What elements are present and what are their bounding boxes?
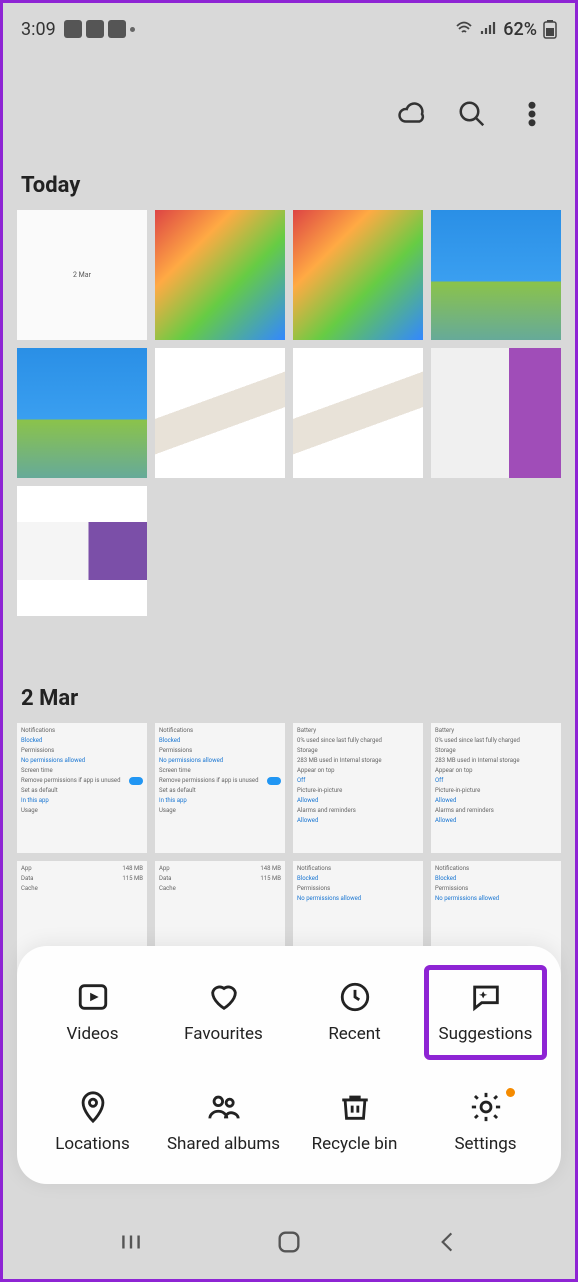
menu-suggestions[interactable]: Suggestions <box>424 965 547 1059</box>
recents-button[interactable] <box>118 1229 144 1259</box>
status-time: 3:09 <box>21 19 56 40</box>
menu-locations[interactable]: Locations <box>27 1090 158 1154</box>
today-grid: 2 Mar <box>3 210 575 646</box>
home-button[interactable] <box>275 1228 303 1260</box>
gallery-toolbar <box>3 49 575 173</box>
screenshot-thumb[interactable]: Battery 0% used since last fully charged… <box>293 723 423 853</box>
more-icon[interactable] <box>517 99 547 133</box>
bag-icon <box>86 20 104 38</box>
photo-thumb[interactable] <box>17 348 147 478</box>
screenshot-thumb[interactable]: Notifications Blocked Permissions No per… <box>155 723 285 853</box>
photo-thumb[interactable] <box>293 210 423 340</box>
section-header-today: Today <box>3 173 575 210</box>
menu-label: Recycle bin <box>312 1134 398 1154</box>
photo-thumb[interactable] <box>17 486 147 616</box>
cloud-icon[interactable] <box>397 99 427 133</box>
menu-label: Suggestions <box>439 1024 533 1044</box>
signal-icon <box>479 20 497 38</box>
image-icon <box>64 20 82 38</box>
battery-pct: 62% <box>503 19 537 40</box>
status-bar: 3:09 62% <box>3 3 575 49</box>
heart-icon <box>207 980 241 1014</box>
search-icon[interactable] <box>457 99 487 133</box>
pin-icon <box>76 1090 110 1124</box>
people-icon <box>207 1090 241 1124</box>
notification-dot-icon <box>506 1088 515 1097</box>
menu-label: Videos <box>66 1024 118 1044</box>
photo-thumb[interactable] <box>431 348 561 478</box>
back-button[interactable] <box>434 1229 460 1259</box>
more-notif-icon <box>130 27 135 32</box>
trash-icon <box>338 1090 372 1124</box>
menu-settings[interactable]: Settings <box>420 1090 551 1154</box>
wifi-icon <box>455 20 473 38</box>
photo-thumb[interactable] <box>431 210 561 340</box>
menu-recycle-bin[interactable]: Recycle bin <box>289 1090 420 1154</box>
menu-sheet: Videos Favourites Recent Suggestions Loc… <box>17 946 561 1184</box>
gear-icon <box>469 1090 503 1124</box>
check-icon <box>108 20 126 38</box>
nav-bar <box>3 1209 575 1279</box>
menu-label: Shared albums <box>167 1134 280 1154</box>
screenshot-thumb[interactable]: Battery 0% used since last fully charged… <box>431 723 561 853</box>
menu-label: Settings <box>454 1134 516 1154</box>
photo-thumb[interactable]: 2 Mar <box>17 210 147 340</box>
photo-thumb[interactable] <box>293 348 423 478</box>
clock-icon <box>338 980 372 1014</box>
battery-icon <box>543 19 557 39</box>
menu-recent[interactable]: Recent <box>289 980 420 1049</box>
suggestions-icon <box>469 980 503 1014</box>
photo-thumb[interactable] <box>155 210 285 340</box>
menu-favourites[interactable]: Favourites <box>158 980 289 1049</box>
section-header-2mar: 2 Mar <box>3 686 575 723</box>
menu-label: Favourites <box>184 1024 263 1044</box>
screenshot-thumb[interactable]: Notifications Blocked Permissions No per… <box>17 723 147 853</box>
photo-thumb[interactable] <box>155 348 285 478</box>
video-icon <box>76 980 110 1014</box>
menu-label: Recent <box>328 1024 380 1044</box>
menu-videos[interactable]: Videos <box>27 980 158 1049</box>
menu-label: Locations <box>55 1134 130 1154</box>
menu-shared-albums[interactable]: Shared albums <box>158 1090 289 1154</box>
